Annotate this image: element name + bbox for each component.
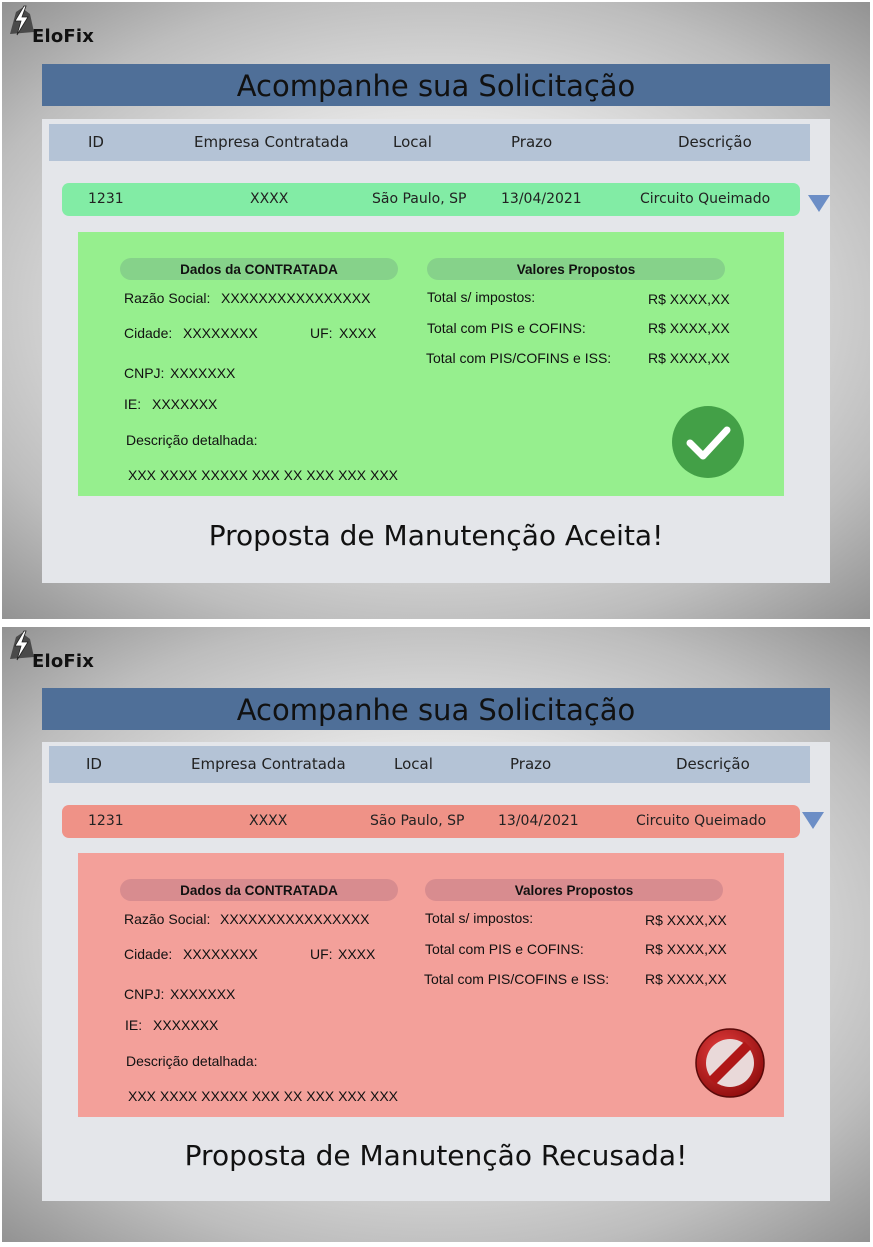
result-message: Proposta de Manutenção Aceita! (208, 519, 664, 552)
triangle-down-icon[interactable] (808, 195, 830, 212)
column-header-local: Local (394, 755, 433, 773)
row-prazo: 13/04/2021 (498, 813, 579, 829)
razao-social-label: Razão Social: (124, 911, 211, 927)
result-message: Proposta de Manutenção Recusada! (184, 1139, 688, 1172)
request-panel: ID Empresa Contratada Local Prazo Descri… (42, 742, 830, 1201)
descricao-detalhada-label: Descrição detalhada: (126, 432, 258, 448)
triangle-down-icon[interactable] (802, 812, 824, 829)
screen-accepted: EloFix Acompanhe sua Solicitação ID Empr… (2, 2, 870, 619)
table-header: ID Empresa Contratada Local Prazo Descri… (49, 124, 810, 161)
total-pis-cofins-value: R$ XXXX,XX (645, 941, 727, 957)
cnpj-label: CNPJ: (124, 986, 165, 1002)
total-pis-cofins-iss-value: R$ XXXX,XX (648, 350, 730, 366)
total-sem-impostos-label: Total s/ impostos: (425, 910, 534, 926)
row-id: 1231 (88, 813, 124, 829)
ie-value: XXXXXXX (153, 1017, 219, 1033)
total-pis-cofins-label: Total com PIS e COFINS: (425, 941, 584, 957)
uf-label: UF: (310, 325, 333, 341)
total-sem-impostos-value: R$ XXXX,XX (648, 291, 730, 307)
cnpj-value: XXXXXXX (170, 365, 236, 381)
request-panel: ID Empresa Contratada Local Prazo Descri… (42, 119, 830, 583)
checkmark-circle-icon (672, 406, 744, 478)
column-header-prazo: Prazo (511, 133, 553, 151)
screen-rejected: EloFix Acompanhe sua Solicitação ID Empr… (2, 627, 870, 1242)
table-row[interactable]: 1231 XXXX São Paulo, SP 13/04/2021 Circu… (62, 805, 800, 838)
total-sem-impostos-value: R$ XXXX,XX (645, 912, 727, 928)
row-id: 1231 (88, 191, 124, 207)
valores-propostos-header: Valores Propostos (427, 258, 725, 280)
prohibited-icon (695, 1028, 765, 1098)
cidade-value: XXXXXXXX (183, 946, 258, 962)
uf-value: XXXX (338, 946, 376, 962)
razao-social-label: Razão Social: (124, 290, 211, 306)
column-header-prazo: Prazo (510, 755, 552, 773)
total-pis-cofins-iss-value: R$ XXXX,XX (645, 971, 727, 987)
descricao-detalhada-value: XXX XXXX XXXXX XXX XX XXX XXX XXX (128, 1088, 399, 1104)
dados-contratada-header: Dados da CONTRATADA (120, 879, 398, 901)
cidade-label: Cidade: (124, 946, 173, 962)
cidade-label: Cidade: (124, 325, 173, 341)
proposal-details: Dados da CONTRATADA Valores Propostos Ra… (78, 853, 784, 1117)
uf-label: UF: (310, 946, 333, 962)
dados-contratada-header: Dados da CONTRATADA (120, 258, 398, 280)
razao-social-value: XXXXXXXXXXXXXXXX (220, 911, 370, 927)
cnpj-label: CNPJ: (124, 365, 165, 381)
cnpj-value: XXXXXXX (170, 986, 236, 1002)
valores-propostos-header: Valores Propostos (425, 879, 723, 901)
row-empresa: XXXX (249, 813, 288, 829)
cidade-value: XXXXXXXX (183, 325, 258, 341)
table-header: ID Empresa Contratada Local Prazo Descri… (49, 746, 810, 783)
column-header-empresa: Empresa Contratada (194, 133, 349, 151)
column-header-local: Local (393, 133, 432, 151)
total-pis-cofins-iss-label: Total com PIS/COFINS e ISS: (426, 350, 612, 366)
row-local: São Paulo, SP (370, 813, 465, 829)
app-name: EloFix (32, 26, 95, 47)
column-header-descricao: Descrição (676, 755, 750, 773)
ie-label: IE: (125, 1017, 143, 1033)
app-name: EloFix (32, 651, 95, 672)
app-logo[interactable]: EloFix (6, 4, 126, 50)
total-pis-cofins-iss-label: Total com PIS/COFINS e ISS: (424, 971, 610, 987)
page-title: Acompanhe sua Solicitação (42, 64, 830, 106)
table-row[interactable]: 1231 XXXX São Paulo, SP 13/04/2021 Circu… (62, 183, 800, 216)
row-descricao: Circuito Queimado (636, 813, 767, 829)
descricao-detalhada-label: Descrição detalhada: (126, 1053, 258, 1069)
row-empresa: XXXX (250, 191, 289, 207)
ie-value: XXXXXXX (152, 396, 218, 412)
razao-social-value: XXXXXXXXXXXXXXXX (221, 290, 371, 306)
row-descricao: Circuito Queimado (640, 191, 771, 207)
total-pis-cofins-value: R$ XXXX,XX (648, 320, 730, 336)
total-sem-impostos-label: Total s/ impostos: (427, 289, 536, 305)
page-title: Acompanhe sua Solicitação (42, 688, 830, 730)
column-header-descricao: Descrição (678, 133, 752, 151)
proposal-details: Dados da CONTRATADA Valores Propostos Ra… (78, 232, 784, 496)
column-header-id: ID (88, 133, 104, 151)
row-local: São Paulo, SP (372, 191, 467, 207)
total-pis-cofins-label: Total com PIS e COFINS: (427, 320, 586, 336)
uf-value: XXXX (339, 325, 377, 341)
descricao-detalhada-value: XXX XXXX XXXXX XXX XX XXX XXX XXX (128, 467, 399, 483)
ie-label: IE: (124, 396, 142, 412)
column-header-id: ID (86, 755, 102, 773)
column-header-empresa: Empresa Contratada (191, 755, 346, 773)
app-logo[interactable]: EloFix (6, 629, 126, 675)
row-prazo: 13/04/2021 (501, 191, 582, 207)
